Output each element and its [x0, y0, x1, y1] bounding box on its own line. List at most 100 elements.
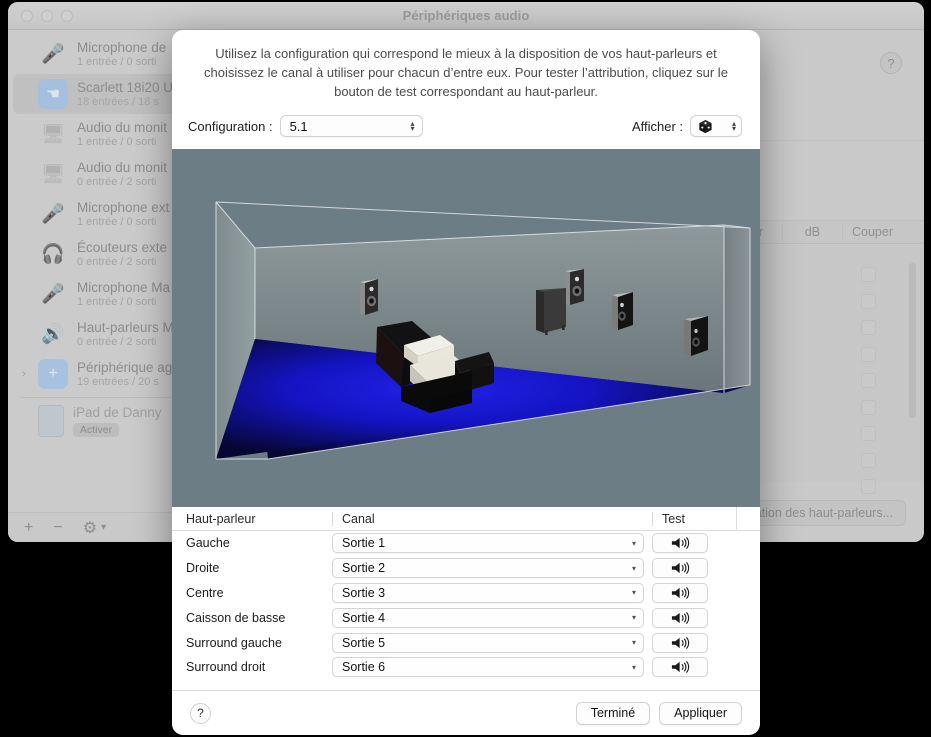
apply-button[interactable]: Appliquer — [659, 701, 742, 725]
device-name: Microphone Ma — [77, 280, 171, 295]
speaker-front-left[interactable] — [360, 279, 378, 315]
sheet-footer: ? Terminé Appliquer — [172, 690, 760, 735]
chevron-updown-icon: ▴ ▾ — [731, 119, 736, 133]
table-row[interactable]: Surround droit Sortie 6 ▾ — [172, 655, 760, 680]
device-io: 1 entrée / 0 sorti — [77, 56, 157, 68]
room-3d-preview[interactable] — [172, 149, 760, 507]
afficher-label: Afficher : — [631, 118, 683, 134]
channel-value: Sortie 5 — [342, 635, 386, 650]
channel-dropdown[interactable]: Sortie 4 ▾ — [332, 607, 644, 628]
device-io: 0 entrée / 2 sorti — [77, 336, 157, 348]
test-speaker-button[interactable] — [652, 657, 708, 678]
help-button[interactable]: ? — [880, 52, 902, 74]
device-name: Audio du monit — [77, 160, 168, 175]
done-button[interactable]: Terminé — [575, 701, 651, 725]
afficher-dropdown[interactable]: ▴ ▾ — [690, 115, 742, 137]
device-name: Microphone de — [77, 40, 167, 55]
device-io: 1 entrée / 0 sorti — [77, 216, 157, 228]
configuration-dropdown[interactable]: 5.1 ▴ ▾ — [279, 115, 423, 137]
column-header-mute: Couper — [842, 225, 902, 239]
test-speaker-button[interactable] — [652, 582, 708, 603]
device-actions-menu[interactable]: ⚙ ▾ — [83, 518, 106, 538]
test-speaker-button[interactable] — [652, 533, 708, 554]
sheet-description: Utilisez la configuration qui correspond… — [204, 46, 728, 99]
test-cell — [652, 582, 736, 603]
speaker-center[interactable] — [565, 269, 584, 305]
channel-cell: Sortie 4 ▾ — [332, 607, 652, 628]
channel-dropdown[interactable]: Sortie 5 ▾ — [332, 632, 644, 653]
chevron-down-icon: ▾ — [631, 662, 636, 672]
remove-device-button[interactable]: − — [53, 519, 62, 537]
channel-cell: Sortie 1 ▾ — [332, 533, 652, 554]
device-name: Scarlett 18i20 U — [77, 80, 174, 95]
speaker-surround-left[interactable] — [612, 292, 633, 330]
mute-checkbox[interactable] — [861, 399, 876, 415]
channel-dropdown[interactable]: Sortie 6 ▾ — [332, 657, 644, 678]
window-title: Périphériques audio — [402, 8, 530, 23]
channel-cell: Sortie 6 ▾ — [332, 657, 652, 678]
speaker-surround-right[interactable] — [684, 316, 708, 356]
mute-checkbox-column[interactable] — [861, 267, 876, 521]
channel-dropdown[interactable]: Sortie 2 ▾ — [332, 558, 644, 579]
sheet-help-button[interactable]: ? — [190, 702, 211, 724]
table-row[interactable]: Gauche Sortie 1 ▾ — [172, 531, 760, 556]
speaker-test-icon — [671, 562, 689, 575]
speaker-name: Centre — [186, 585, 224, 600]
mute-checkbox[interactable] — [861, 267, 876, 282]
column-header-db: dB — [782, 225, 842, 239]
test-speaker-button[interactable] — [652, 558, 708, 579]
subwoofer[interactable] — [536, 288, 566, 335]
channel-cell: Sortie 3 ▾ — [332, 582, 652, 603]
channel-dropdown[interactable]: Sortie 1 ▾ — [332, 533, 644, 554]
device-io: 1 entrée / 0 sorti — [77, 136, 157, 148]
configuration-label: Configuration : — [188, 118, 273, 134]
chevron-down-icon: ▾ — [631, 613, 636, 623]
table-row[interactable]: Caisson de basse Sortie 4 ▾ — [172, 605, 760, 630]
chevron-right-icon[interactable]: › — [22, 368, 26, 380]
speaker-name: Surround droit — [186, 660, 266, 675]
chevron-down-icon: ▾ — [631, 588, 636, 598]
mute-checkbox[interactable] — [861, 426, 876, 441]
channel-dropdown[interactable]: Sortie 3 ▾ — [332, 582, 644, 603]
configuration-control: Configuration : 5.1 ▴ ▾ — [188, 115, 423, 137]
mute-checkbox[interactable] — [861, 452, 876, 468]
chevron-down-icon: ▾ — [631, 538, 636, 548]
microphone-icon: 🎤 — [41, 284, 65, 305]
column-header-speaker: Haut-parleur — [186, 511, 256, 526]
microphone-icon: 🎤 — [41, 204, 65, 225]
chevron-down-icon: ▾ — [631, 638, 636, 648]
configuration-value: 5.1 — [289, 118, 308, 134]
mute-checkbox[interactable] — [861, 373, 876, 388]
test-speaker-button[interactable] — [652, 632, 708, 653]
channel-value: Sortie 2 — [342, 561, 386, 576]
mute-checkbox[interactable] — [861, 320, 876, 335]
add-device-button[interactable]: + — [24, 519, 33, 537]
mute-checkbox[interactable] — [861, 293, 876, 309]
channel-value: Sortie 4 — [342, 610, 386, 625]
device-io: 0 entrée / 2 sorti — [77, 256, 157, 268]
activate-button[interactable]: Activer — [73, 422, 120, 437]
chevron-updown-icon: ▴ ▾ — [410, 119, 415, 133]
sheet-controls-row: Configuration : 5.1 ▴ ▾ Afficher : ▴ ▾ — [172, 101, 760, 149]
channel-value: Sortie 3 — [342, 585, 386, 600]
chevron-down-icon: ▾ — [631, 563, 636, 573]
device-io: 18 entrées / 18 s — [77, 96, 159, 108]
mute-checkbox[interactable] — [861, 346, 876, 362]
table-row[interactable]: Surround gauche Sortie 5 ▾ — [172, 630, 760, 655]
window-titlebar: Périphériques audio — [8, 2, 924, 30]
speaker-test-icon — [671, 587, 689, 599]
channel-value: Sortie 1 — [342, 536, 386, 551]
column-header-spacer — [736, 507, 760, 530]
table-row[interactable]: Droite Sortie 2 ▾ — [172, 556, 760, 581]
table-header-row: Haut-parleur Canal Test — [172, 507, 760, 531]
usb-icon: ☚ — [38, 79, 68, 109]
mute-checkbox[interactable] — [861, 479, 876, 494]
plus-square-icon: + — [38, 359, 68, 389]
right-wall — [724, 225, 750, 393]
table-row[interactable]: Centre Sortie 3 ▾ — [172, 581, 760, 606]
column-header-test: Test — [652, 511, 736, 526]
channel-cell: Sortie 2 ▾ — [332, 558, 652, 579]
channel-list-scrollbar[interactable] — [909, 263, 916, 418]
test-cell — [652, 533, 736, 554]
test-speaker-button[interactable] — [652, 607, 708, 628]
